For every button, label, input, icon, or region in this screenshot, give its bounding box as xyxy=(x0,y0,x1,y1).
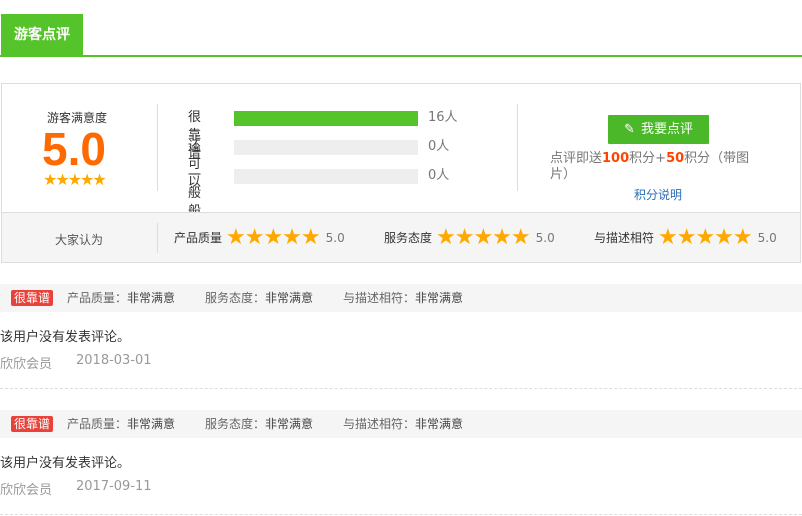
aspect-score: 5.0 xyxy=(757,231,777,245)
promo-points: 50 xyxy=(666,151,685,166)
review-text: 该用户没有发表评论。 xyxy=(0,456,131,471)
meta-label: 产品质量： xyxy=(67,291,128,305)
pencil-icon: ✎ xyxy=(624,122,635,137)
write-review-label: 我要点评 xyxy=(640,122,693,137)
rating-count: 0人 xyxy=(428,168,450,183)
review-badge: 很靠谱 xyxy=(11,290,54,306)
aspect-score: 5.0 xyxy=(325,231,345,245)
points-promo: 点评即送100积分+50积分（带图片） xyxy=(550,151,760,183)
tab-bar: 游客点评 xyxy=(0,14,802,57)
rating-count: 0人 xyxy=(428,139,450,154)
aspect-ratings: 大家认为 产品质量 ★★★★★ 5.0 服务态度 ★★★★★ 5.0 与描述相符 ★★★★… xyxy=(2,212,800,262)
review-badge: 很靠谱 xyxy=(11,416,54,432)
aspect-service-attitude: 服务态度 ★★★★★ 5.0 xyxy=(384,226,555,250)
rating-bar xyxy=(234,111,418,126)
meta-value: 非常满意 xyxy=(127,417,176,431)
aspect-name: 服务态度 xyxy=(384,231,433,245)
meta-value: 非常满意 xyxy=(415,291,464,305)
rating-count: 16人 xyxy=(428,110,458,125)
meta-label: 服务态度： xyxy=(205,291,266,305)
meta-value: 非常满意 xyxy=(415,417,464,431)
promo-text: 点评即送 xyxy=(550,151,603,166)
meta-value: 非常满意 xyxy=(265,417,314,431)
write-review-button[interactable]: ✎ 我要点评 xyxy=(608,115,709,144)
meta-label: 产品质量： xyxy=(67,417,128,431)
meta-label: 与描述相符： xyxy=(343,291,416,305)
meta-label: 服务态度： xyxy=(205,417,266,431)
review-separator xyxy=(0,388,802,389)
review-header: 很靠谱 产品质量：非常满意 服务态度：非常满意 与描述相符：非常满意 xyxy=(0,284,802,312)
review-user: 欣欣会员 xyxy=(0,357,53,372)
divider xyxy=(157,104,158,191)
review-date: 2017-09-11 xyxy=(76,479,152,494)
aspect-score: 5.0 xyxy=(535,231,555,245)
aspect-star-rating: ★★★★★ xyxy=(658,225,753,250)
meta-label: 与描述相符： xyxy=(343,417,416,431)
promo-points: 100 xyxy=(602,151,630,166)
aspect-name: 与描述相符 xyxy=(594,231,655,245)
promo-text: 积分+ xyxy=(629,151,667,166)
review-quality: 产品质量：非常满意 xyxy=(67,290,175,306)
review-date: 2018-03-01 xyxy=(76,353,152,368)
rating-bar-fill xyxy=(234,111,418,126)
overall-star-rating: ★★★★★ xyxy=(43,170,107,189)
summary-top: 游客满意度 5.0 ★★★★★ 很靠谱 16人 还可以 0人 一般般 0人 ✎我… xyxy=(2,84,800,219)
divider xyxy=(157,223,158,253)
aspect-product-quality: 产品质量 ★★★★★ 5.0 xyxy=(174,226,345,250)
aspect-star-rating: ★★★★★ xyxy=(436,225,531,250)
rating-bar xyxy=(234,140,418,155)
review-match: 与描述相符：非常满意 xyxy=(343,416,463,432)
aspect-star-rating: ★★★★★ xyxy=(226,225,321,250)
tab-visitor-reviews[interactable]: 游客点评 xyxy=(1,14,83,56)
points-info-link[interactable]: 积分说明 xyxy=(634,186,682,203)
rating-summary: 游客满意度 5.0 ★★★★★ 很靠谱 16人 还可以 0人 一般般 0人 ✎我… xyxy=(1,83,801,263)
meta-value: 非常满意 xyxy=(265,291,314,305)
review-header: 很靠谱 产品质量：非常满意 服务态度：非常满意 与描述相符：非常满意 xyxy=(0,410,802,438)
review-text: 该用户没有发表评论。 xyxy=(0,330,131,345)
meta-value: 非常满意 xyxy=(127,291,176,305)
divider xyxy=(517,104,518,191)
review-service: 服务态度：非常满意 xyxy=(205,290,313,306)
review-quality: 产品质量：非常满意 xyxy=(67,416,175,432)
aspect-as-described: 与描述相符 ★★★★★ 5.0 xyxy=(594,226,777,250)
aspect-name: 产品质量 xyxy=(174,231,223,245)
review-service: 服务态度：非常满意 xyxy=(205,416,313,432)
opinion-label: 大家认为 xyxy=(55,233,104,247)
review-match: 与描述相符：非常满意 xyxy=(343,290,463,306)
rating-bar xyxy=(234,169,418,184)
review-separator xyxy=(0,514,802,515)
overall-score: 5.0 xyxy=(42,123,106,175)
review-user: 欣欣会员 xyxy=(0,483,53,498)
